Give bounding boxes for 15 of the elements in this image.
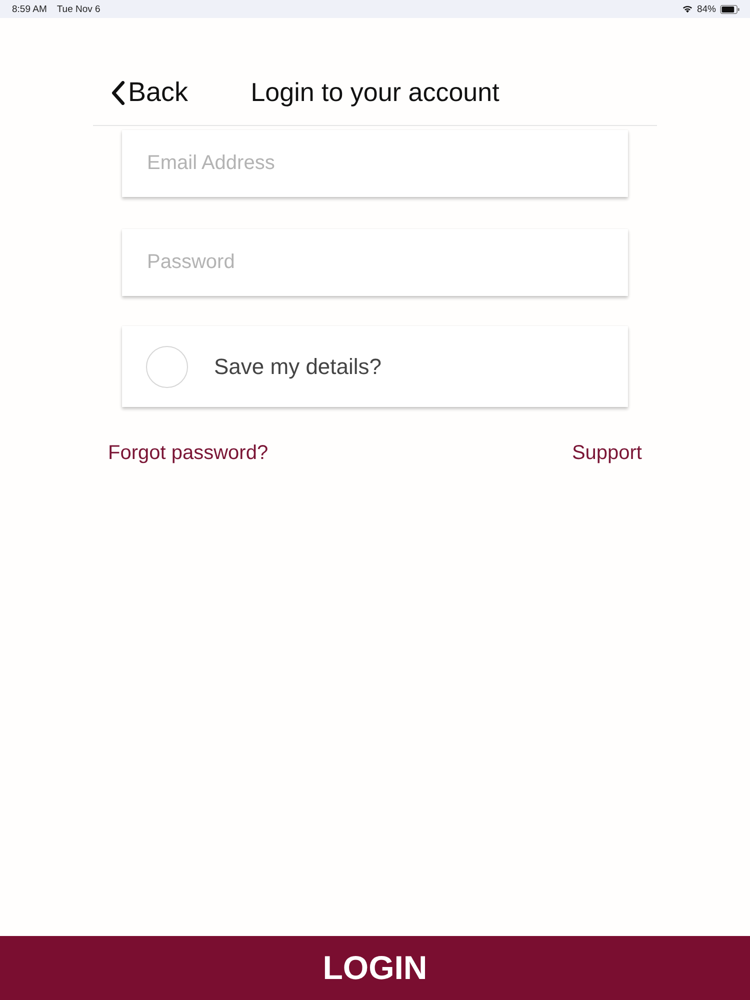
email-field[interactable]: Email Address <box>122 130 628 197</box>
battery-icon <box>720 4 740 14</box>
status-date: Tue Nov 6 <box>56 4 100 14</box>
support-link[interactable]: Support <box>572 442 642 465</box>
password-field[interactable]: Password <box>122 229 628 296</box>
status-time: 8:59 AM <box>12 4 47 14</box>
back-button[interactable]: Back <box>111 77 188 108</box>
chevron-left-icon <box>111 80 125 104</box>
save-details-label: Save my details? <box>214 354 382 380</box>
page-title: Login to your account <box>250 77 500 108</box>
save-details-checkbox[interactable] <box>146 346 188 388</box>
forgot-password-link[interactable]: Forgot password? <box>108 442 268 465</box>
login-button[interactable]: LOGIN <box>0 936 750 1000</box>
battery-percentage: 84% <box>696 4 716 14</box>
wifi-icon <box>682 5 693 13</box>
